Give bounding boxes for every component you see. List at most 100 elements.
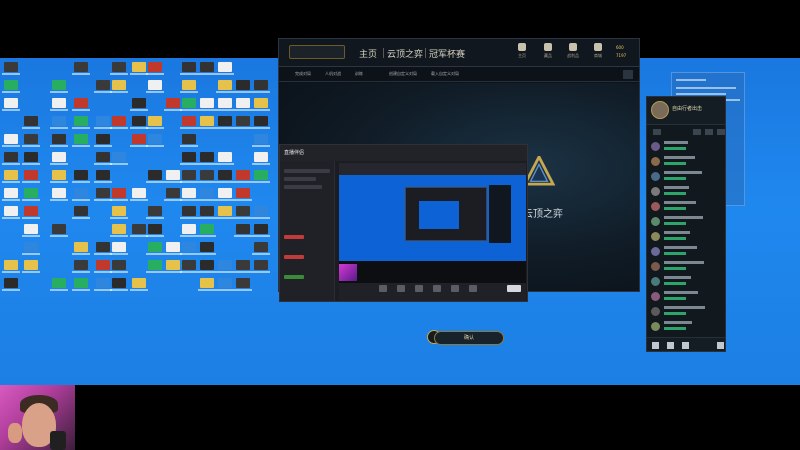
desktop-shortcut-icon[interactable] (252, 134, 270, 147)
friend-list-item[interactable] (651, 306, 723, 318)
desktop-shortcut-icon[interactable] (94, 278, 112, 291)
desktop-shortcut-icon[interactable] (130, 134, 148, 147)
desktop-shortcut-icon[interactable] (22, 116, 40, 129)
friend-list-item[interactable] (651, 186, 723, 198)
desktop-shortcut-icon[interactable] (164, 98, 182, 111)
desktop-shortcut-icon[interactable] (110, 242, 128, 255)
desktop-shortcut-icon[interactable] (234, 188, 252, 201)
friend-list-item[interactable] (651, 201, 723, 213)
desktop-shortcut-icon[interactable] (2, 170, 20, 183)
desktop-shortcut-icon[interactable] (110, 278, 128, 291)
desktop-shortcut-icon[interactable] (2, 62, 20, 75)
desktop-shortcut-icon[interactable] (50, 80, 68, 93)
desktop-shortcut-icon[interactable] (130, 98, 148, 111)
desktop-shortcut-icon[interactable] (2, 152, 20, 165)
desktop-shortcut-icon[interactable] (22, 152, 40, 165)
desktop-shortcut-icon[interactable] (234, 116, 252, 129)
desktop-shortcut-icon[interactable] (94, 80, 112, 93)
desktop-shortcut-icon[interactable] (180, 80, 198, 93)
desktop-shortcut-icon[interactable] (252, 260, 270, 273)
desktop-shortcut-icon[interactable] (180, 152, 198, 165)
camera-thumbnail[interactable] (339, 264, 357, 281)
desktop-shortcut-icon[interactable] (164, 242, 182, 255)
desktop-shortcut-icon[interactable] (252, 152, 270, 165)
desktop-shortcut-icon[interactable] (72, 188, 90, 201)
desktop-shortcut-icon[interactable] (50, 152, 68, 165)
desktop-shortcut-icon[interactable] (2, 260, 20, 273)
desktop-shortcut-icon[interactable] (164, 260, 182, 273)
search-icon[interactable] (717, 129, 725, 135)
subtab-1[interactable]: 完成对局 (295, 71, 311, 77)
desktop-shortcut-icon[interactable] (110, 152, 128, 165)
desktop-shortcut-icon[interactable] (130, 116, 148, 129)
desktop-shortcut-icon[interactable] (146, 170, 164, 183)
voice-icon[interactable] (717, 342, 724, 349)
desktop-shortcut-icon[interactable] (252, 224, 270, 237)
desktop-shortcut-icon[interactable] (2, 134, 20, 147)
home-icon[interactable]: 主页 (511, 43, 533, 59)
desktop-shortcut-icon[interactable] (252, 98, 270, 111)
desktop-shortcut-icon[interactable] (216, 170, 234, 183)
desktop-shortcut-icon[interactable] (198, 242, 216, 255)
desktop-shortcut-icon[interactable] (216, 98, 234, 111)
settings-icon[interactable] (623, 70, 633, 79)
nav-home[interactable]: 主页 (359, 47, 377, 60)
desktop-shortcut-icon[interactable] (110, 224, 128, 237)
nav-cup[interactable]: 冠军杯赛 (429, 47, 465, 60)
add-friend-icon[interactable] (693, 129, 701, 135)
help-icon[interactable] (682, 342, 689, 349)
desktop-shortcut-icon[interactable] (50, 188, 68, 201)
desktop-shortcut-icon[interactable] (146, 80, 164, 93)
desktop-shortcut-icon[interactable] (22, 242, 40, 255)
friend-list-item[interactable] (651, 216, 723, 228)
desktop-shortcut-icon[interactable] (22, 134, 40, 147)
desktop-shortcut-icon[interactable] (198, 206, 216, 219)
desktop-shortcut-icon[interactable] (198, 278, 216, 291)
desktop-shortcut-icon[interactable] (72, 98, 90, 111)
desktop-shortcut-icon[interactable] (22, 206, 40, 219)
desktop-shortcut-icon[interactable] (130, 224, 148, 237)
desktop-shortcut-icon[interactable] (180, 188, 198, 201)
desktop-shortcut-icon[interactable] (2, 278, 20, 291)
friend-list-item[interactable] (651, 231, 723, 243)
desktop-shortcut-icon[interactable] (50, 224, 68, 237)
desktop-shortcut-icon[interactable] (234, 170, 252, 183)
desktop-shortcut-icon[interactable] (72, 170, 90, 183)
desktop-shortcut-icon[interactable] (22, 188, 40, 201)
desktop-shortcut-icon[interactable] (50, 278, 68, 291)
friend-list-item[interactable] (651, 276, 723, 288)
desktop-shortcut-icon[interactable] (216, 260, 234, 273)
desktop-shortcut-icon[interactable] (198, 170, 216, 183)
desktop-shortcut-icon[interactable] (198, 98, 216, 111)
desktop-shortcut-icon[interactable] (216, 116, 234, 129)
desktop-shortcut-icon[interactable] (252, 80, 270, 93)
desktop-shortcut-icon[interactable] (234, 224, 252, 237)
desktop-shortcut-icon[interactable] (94, 134, 112, 147)
desktop-shortcut-icon[interactable] (22, 170, 40, 183)
scene-panel[interactable] (280, 161, 335, 301)
friend-list-item[interactable] (651, 171, 723, 183)
friend-list-item[interactable] (651, 156, 723, 168)
tool-icon-5[interactable] (451, 285, 459, 292)
desktop-shortcut-icon[interactable] (130, 188, 148, 201)
desktop-shortcut-icon[interactable] (180, 242, 198, 255)
tool-icon-6[interactable] (469, 285, 477, 292)
friend-list-item[interactable] (651, 141, 723, 153)
desktop-shortcut-icon[interactable] (198, 152, 216, 165)
desktop-shortcut-icon[interactable] (50, 170, 68, 183)
desktop-shortcut-icon[interactable] (216, 188, 234, 201)
desktop-shortcut-icon[interactable] (2, 98, 20, 111)
social-tab-icon[interactable] (653, 129, 661, 135)
confirm-button[interactable]: 确认 (434, 331, 504, 345)
desktop-shortcut-icon[interactable] (72, 206, 90, 219)
chat-icon[interactable] (652, 342, 659, 349)
desktop-shortcut-icon[interactable] (216, 62, 234, 75)
friend-list-item[interactable] (651, 261, 723, 273)
desktop-shortcut-icon[interactable] (2, 206, 20, 219)
missions-icon[interactable] (667, 342, 674, 349)
subtab-3[interactable]: 训练 (355, 71, 363, 77)
tool-icon-3[interactable] (415, 285, 423, 292)
desktop-shortcut-icon[interactable] (216, 152, 234, 165)
friend-list-item[interactable] (651, 246, 723, 258)
desktop-shortcut-icon[interactable] (72, 242, 90, 255)
